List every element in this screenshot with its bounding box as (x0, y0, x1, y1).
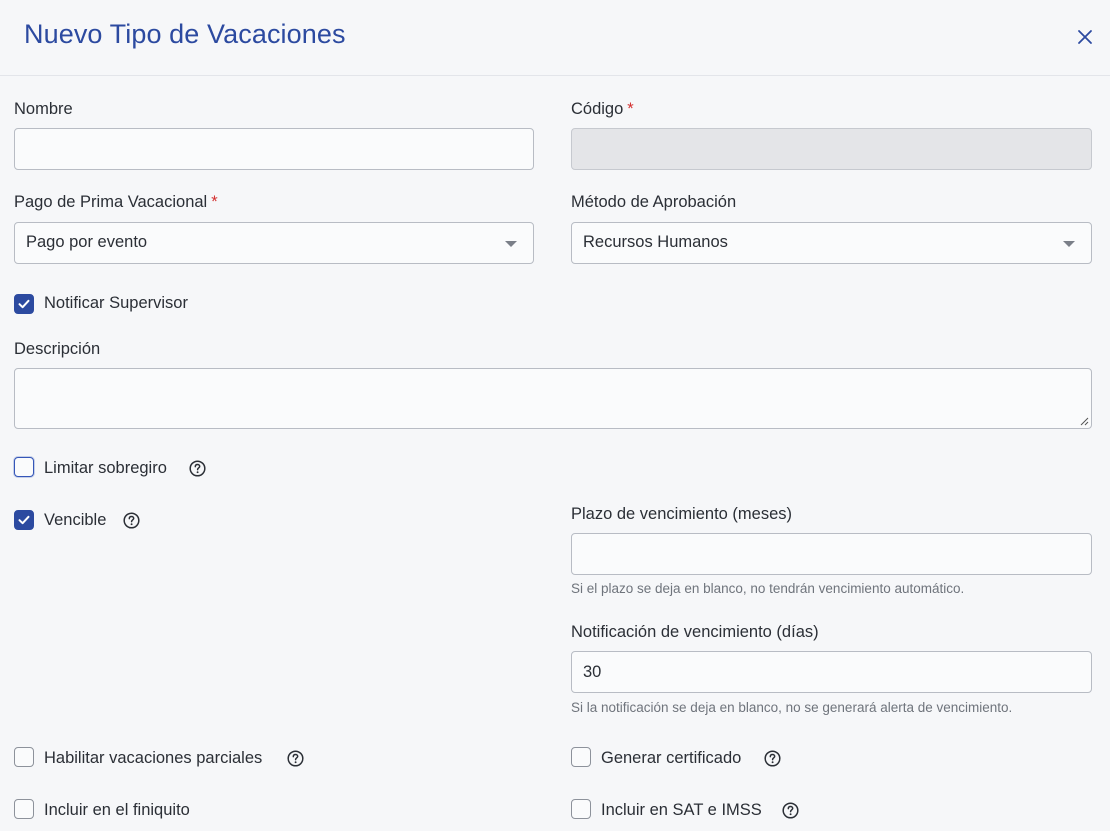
limitar-label[interactable]: Limitar sobregiro (44, 459, 167, 478)
prima-label: Pago de Prima Vacacional * (14, 193, 218, 212)
notificar-label[interactable]: Notificar Supervisor (44, 294, 188, 313)
prima-label-text: Pago de Prima Vacacional (14, 193, 208, 211)
chevron-down-icon (505, 241, 517, 247)
required-marker: * (211, 193, 218, 211)
plazo-hint: Si el plazo se deja en blanco, no tendrá… (571, 581, 965, 596)
vencible-label[interactable]: Vencible (44, 511, 106, 530)
help-icon[interactable] (782, 802, 799, 819)
chevron-down-icon (1063, 241, 1075, 247)
finiquito-checkbox[interactable] (14, 799, 34, 819)
check-icon (18, 515, 30, 525)
sat-checkbox[interactable] (571, 799, 591, 819)
nombre-input[interactable] (14, 128, 534, 170)
sat-label[interactable]: Incluir en SAT e IMSS (601, 801, 762, 820)
help-icon[interactable] (189, 460, 206, 477)
close-icon (1078, 30, 1092, 44)
dialog-title: Nuevo Tipo de Vacaciones (24, 19, 346, 49)
notificacion-hint: Si la notificación se deja en blanco, no… (571, 700, 1013, 715)
help-icon[interactable] (123, 512, 140, 529)
limitar-checkbox[interactable] (14, 457, 34, 477)
metodo-label-text: Método de Aprobación (571, 193, 737, 211)
finiquito-label[interactable]: Incluir en el finiquito (44, 801, 190, 820)
certificado-checkbox[interactable] (571, 747, 591, 767)
resize-grip-icon[interactable] (1080, 417, 1089, 426)
parciales-label[interactable]: Habilitar vacaciones parciales (44, 749, 262, 768)
codigo-label: Código * (571, 100, 634, 119)
metodo-select[interactable]: Recursos Humanos (571, 222, 1092, 264)
descripcion-textarea[interactable] (14, 368, 1092, 429)
codigo-input[interactable] (571, 128, 1092, 170)
close-button[interactable] (1074, 26, 1096, 48)
metodo-select-value: Recursos Humanos (583, 233, 728, 251)
notificacion-input[interactable] (571, 651, 1092, 693)
nombre-label-text: Nombre (14, 100, 73, 118)
help-icon[interactable] (287, 750, 304, 767)
notificar-checkbox[interactable] (14, 294, 34, 314)
prima-select[interactable]: Pago por evento (14, 222, 534, 264)
nombre-label: Nombre (14, 100, 73, 119)
descripcion-label-text: Descripción (14, 340, 101, 358)
certificado-label[interactable]: Generar certificado (601, 749, 741, 768)
plazo-input[interactable] (571, 533, 1092, 575)
check-icon (18, 299, 30, 309)
parciales-checkbox[interactable] (14, 747, 34, 767)
prima-select-value: Pago por evento (26, 233, 148, 251)
help-icon[interactable] (764, 750, 781, 767)
codigo-label-text: Código (571, 100, 624, 118)
vencible-checkbox[interactable] (14, 510, 34, 530)
required-marker: * (627, 100, 634, 118)
dialog-header: Nuevo Tipo de Vacaciones (0, 0, 1110, 76)
notificacion-label: Notificación de vencimiento (días) (571, 623, 819, 641)
plazo-label: Plazo de vencimiento (meses) (571, 505, 793, 523)
metodo-label: Método de Aprobación (571, 193, 736, 212)
descripcion-label: Descripción (14, 340, 100, 359)
